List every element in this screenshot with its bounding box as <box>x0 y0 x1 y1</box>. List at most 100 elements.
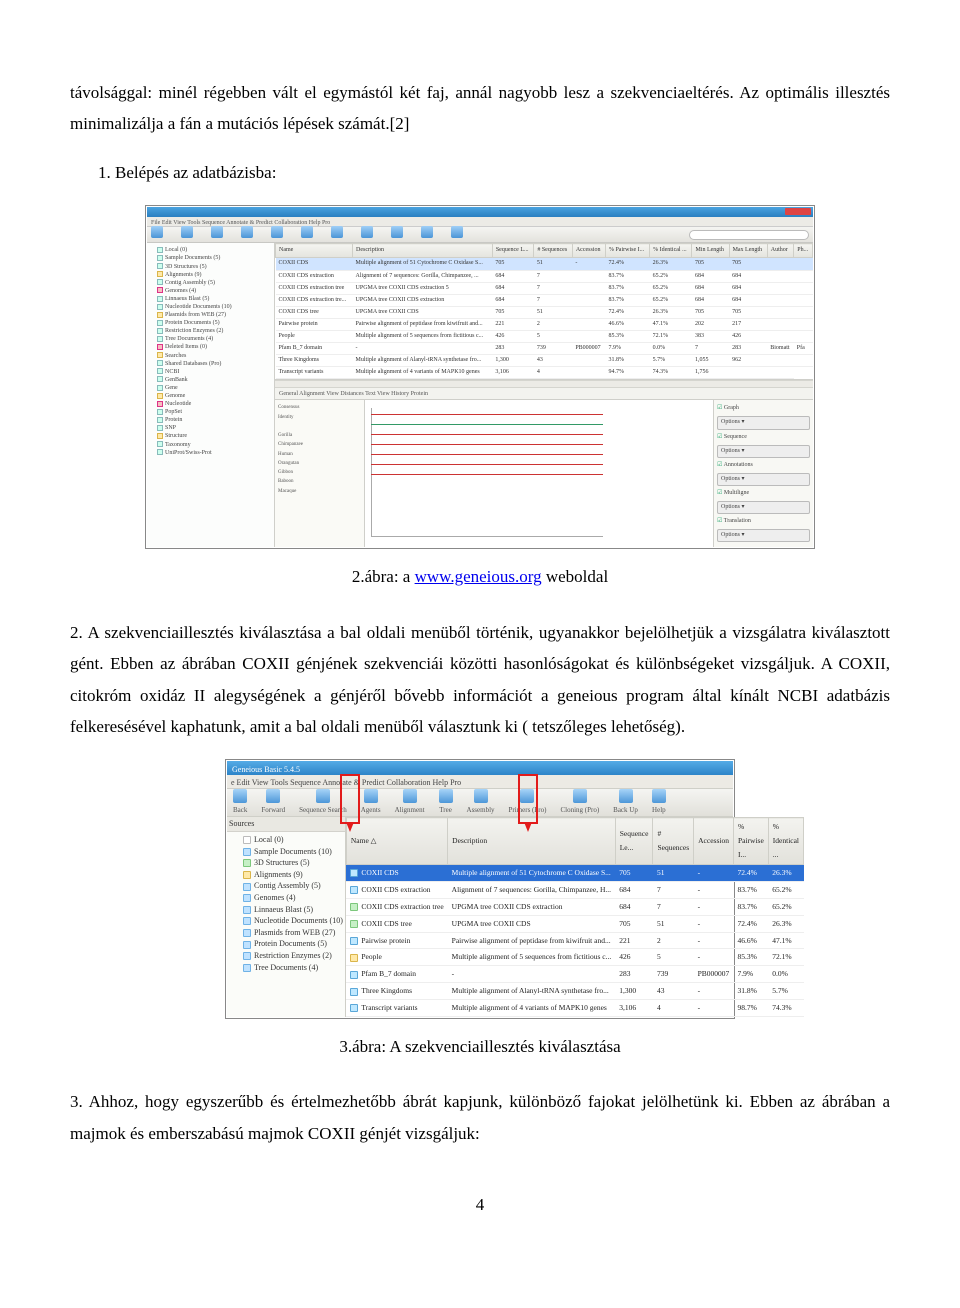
table-row[interactable]: Pairwise proteinPairwise alignment of pe… <box>346 932 803 949</box>
toolbar-button[interactable] <box>421 226 433 243</box>
table-row[interactable]: COXII CDS extraction treeUPGMA tree COXI… <box>346 898 803 915</box>
geneious-link[interactable]: www.geneious.org <box>415 567 542 586</box>
sidebar-item[interactable]: Linnaeus Blast (5) <box>229 904 343 916</box>
column-header[interactable]: Name <box>276 244 353 258</box>
sidebar-item[interactable]: 3D Structures (5) <box>149 263 272 271</box>
column-header[interactable]: Description <box>448 818 616 865</box>
sidebar-item[interactable]: Protein <box>149 416 272 424</box>
toolbar-button[interactable] <box>451 226 463 243</box>
document-table[interactable]: Name △DescriptionSequence Le...# Sequenc… <box>346 817 804 1017</box>
options-button[interactable]: Options ▾ <box>717 416 810 429</box>
toolbar-button[interactable] <box>151 226 163 243</box>
table-row[interactable]: Three KingdomsMultiple alignment of Alan… <box>346 983 803 1000</box>
sidebar[interactable]: Sources Local (0)Sample Documents (10)3D… <box>227 817 346 1017</box>
table-row[interactable]: COXII CDSMultiple alignment of 51 Cytoch… <box>346 865 803 882</box>
table-row[interactable]: COXII CDS extractionAlignment of 7 seque… <box>276 270 813 282</box>
option-checkbox[interactable]: Annotations <box>717 460 810 471</box>
column-header[interactable]: Min Length <box>692 244 729 258</box>
toolbar-button[interactable] <box>181 226 193 243</box>
sidebar-item[interactable]: Searches <box>149 352 272 360</box>
table-row[interactable]: Transcript variantsMultiple alignment of… <box>276 367 813 379</box>
table-row[interactable]: Transcript variantsMultiple alignment of… <box>346 1000 803 1017</box>
toolbar[interactable]: Back Forward Sequence Search Agents Alignmen… <box>227 789 733 817</box>
column-header[interactable]: Accession <box>572 244 605 258</box>
toolbar-button[interactable] <box>391 226 403 243</box>
column-header[interactable]: Sequence L... <box>492 244 533 258</box>
toolbar-button[interactable]: Primers (Pro) <box>509 789 547 817</box>
table-row[interactable]: Three KingdomsMultiple alignment of Alan… <box>276 355 813 367</box>
options-button[interactable]: Options ▾ <box>717 473 810 486</box>
sidebar-item[interactable]: Gene <box>149 384 272 392</box>
sidebar-item[interactable]: Sample Documents (10) <box>229 846 343 858</box>
toolbar-button[interactable]: Back Up <box>613 789 638 817</box>
toolbar-button[interactable] <box>361 226 373 243</box>
viewer-options[interactable]: GraphOptions ▾SequenceOptions ▾Annotatio… <box>713 400 813 547</box>
column-header[interactable]: % Identical ... <box>650 244 692 258</box>
sidebar-item[interactable]: Nucleotide Documents (10) <box>149 303 272 311</box>
column-header[interactable]: Name △ <box>346 818 447 865</box>
sidebar-item[interactable]: Contig Assembly (5) <box>149 279 272 287</box>
option-checkbox[interactable]: Translation <box>717 516 810 527</box>
table-row[interactable]: COXII CDS treeUPGMA tree COXII CDS70551-… <box>346 915 803 932</box>
options-button[interactable]: Options ▾ <box>717 445 810 458</box>
toolbar-button[interactable] <box>271 226 283 243</box>
sidebar-item[interactable]: Contig Assembly (5) <box>229 880 343 892</box>
toolbar-button[interactable] <box>301 226 313 243</box>
table-row[interactable]: COXII CDSMultiple alignment of 51 Cytoch… <box>276 258 813 270</box>
sidebar-item[interactable]: SNP <box>149 424 272 432</box>
sidebar-item[interactable]: Structure <box>149 432 272 440</box>
table-row[interactable]: Pfam B_7 domain-283739PB0000077.9%0.0%72… <box>276 343 813 355</box>
toolbar-button[interactable]: Tree <box>439 789 453 817</box>
sidebar-item[interactable]: Shared Databases (Pro) <box>149 360 272 368</box>
sidebar-item[interactable]: GenBank <box>149 376 272 384</box>
column-header[interactable]: # Sequences <box>534 244 573 258</box>
column-header[interactable]: Sequence Le... <box>615 818 653 865</box>
sidebar[interactable]: Local (0)Sample Documents (5)3D Structur… <box>147 243 275 547</box>
column-header[interactable]: Author <box>767 244 794 258</box>
toolbar-button[interactable] <box>241 226 253 243</box>
options-button[interactable]: Options ▾ <box>717 501 810 514</box>
sidebar-item[interactable]: Tree Documents (4) <box>149 335 272 343</box>
toolbar-button[interactable]: Cloning (Pro) <box>560 789 599 817</box>
sidebar-item[interactable]: UniProt/Swiss-Prot <box>149 449 272 457</box>
toolbar-button[interactable]: Agents <box>361 789 381 817</box>
search-input[interactable] <box>689 230 809 240</box>
toolbar-button[interactable]: Back <box>233 789 247 817</box>
toolbar-button[interactable] <box>211 226 223 243</box>
sidebar-item[interactable]: NCBI <box>149 368 272 376</box>
menubar[interactable]: e Edit View Tools Sequence Annotate & Pr… <box>227 775 733 789</box>
sidebar-item[interactable]: Local (0) <box>229 834 343 846</box>
options-button[interactable]: Options ▾ <box>717 529 810 542</box>
toolbar-button[interactable]: Forward <box>261 789 285 817</box>
toolbar-button[interactable]: Assembly <box>467 789 495 817</box>
toolbar-button[interactable]: Help <box>652 789 666 817</box>
toolbar-button[interactable]: Alignment <box>395 789 425 817</box>
column-header[interactable]: Accession <box>694 818 734 865</box>
column-header[interactable]: Max Length <box>729 244 767 258</box>
sidebar-item[interactable]: PopSet <box>149 408 272 416</box>
sidebar-item[interactable]: Nucleotide <box>149 400 272 408</box>
column-header[interactable]: Description <box>353 244 493 258</box>
sidebar-item[interactable]: Protein Documents (5) <box>229 938 343 950</box>
sidebar-item[interactable]: Deleted Items (0) <box>149 343 272 351</box>
sidebar-item[interactable]: Restriction Enzymes (2) <box>229 950 343 962</box>
sidebar-item[interactable]: Alignments (9) <box>229 869 343 881</box>
column-header[interactable]: % Pairwise I... <box>605 244 649 258</box>
sidebar-item[interactable]: Protein Documents (5) <box>149 319 272 327</box>
column-header[interactable]: % Pairwise I... <box>733 818 768 865</box>
sidebar-item[interactable]: Alignments (9) <box>149 271 272 279</box>
sidebar-item[interactable]: Sample Documents (5) <box>149 254 272 262</box>
sidebar-item[interactable]: Genomes (4) <box>229 892 343 904</box>
sidebar-item[interactable]: Plasmids from WEB (27) <box>229 927 343 939</box>
document-table[interactable]: NameDescriptionSequence L...# SequencesA… <box>275 243 813 380</box>
sidebar-item[interactable]: Linnaeus Blast (5) <box>149 295 272 303</box>
sidebar-item[interactable]: Genome <box>149 392 272 400</box>
table-row[interactable]: Pairwise proteinPairwise alignment of pe… <box>276 318 813 330</box>
sidebar-item[interactable]: Restriction Enzymes (2) <box>149 327 272 335</box>
sidebar-item[interactable]: Taxonomy <box>149 441 272 449</box>
sidebar-item[interactable]: Local (0) <box>149 246 272 254</box>
toolbar-button[interactable]: Sequence Search <box>299 789 347 817</box>
toolbar[interactable] <box>147 227 813 243</box>
sidebar-item[interactable]: Plasmids from WEB (27) <box>149 311 272 319</box>
column-header[interactable]: % Identical ... <box>768 818 803 865</box>
